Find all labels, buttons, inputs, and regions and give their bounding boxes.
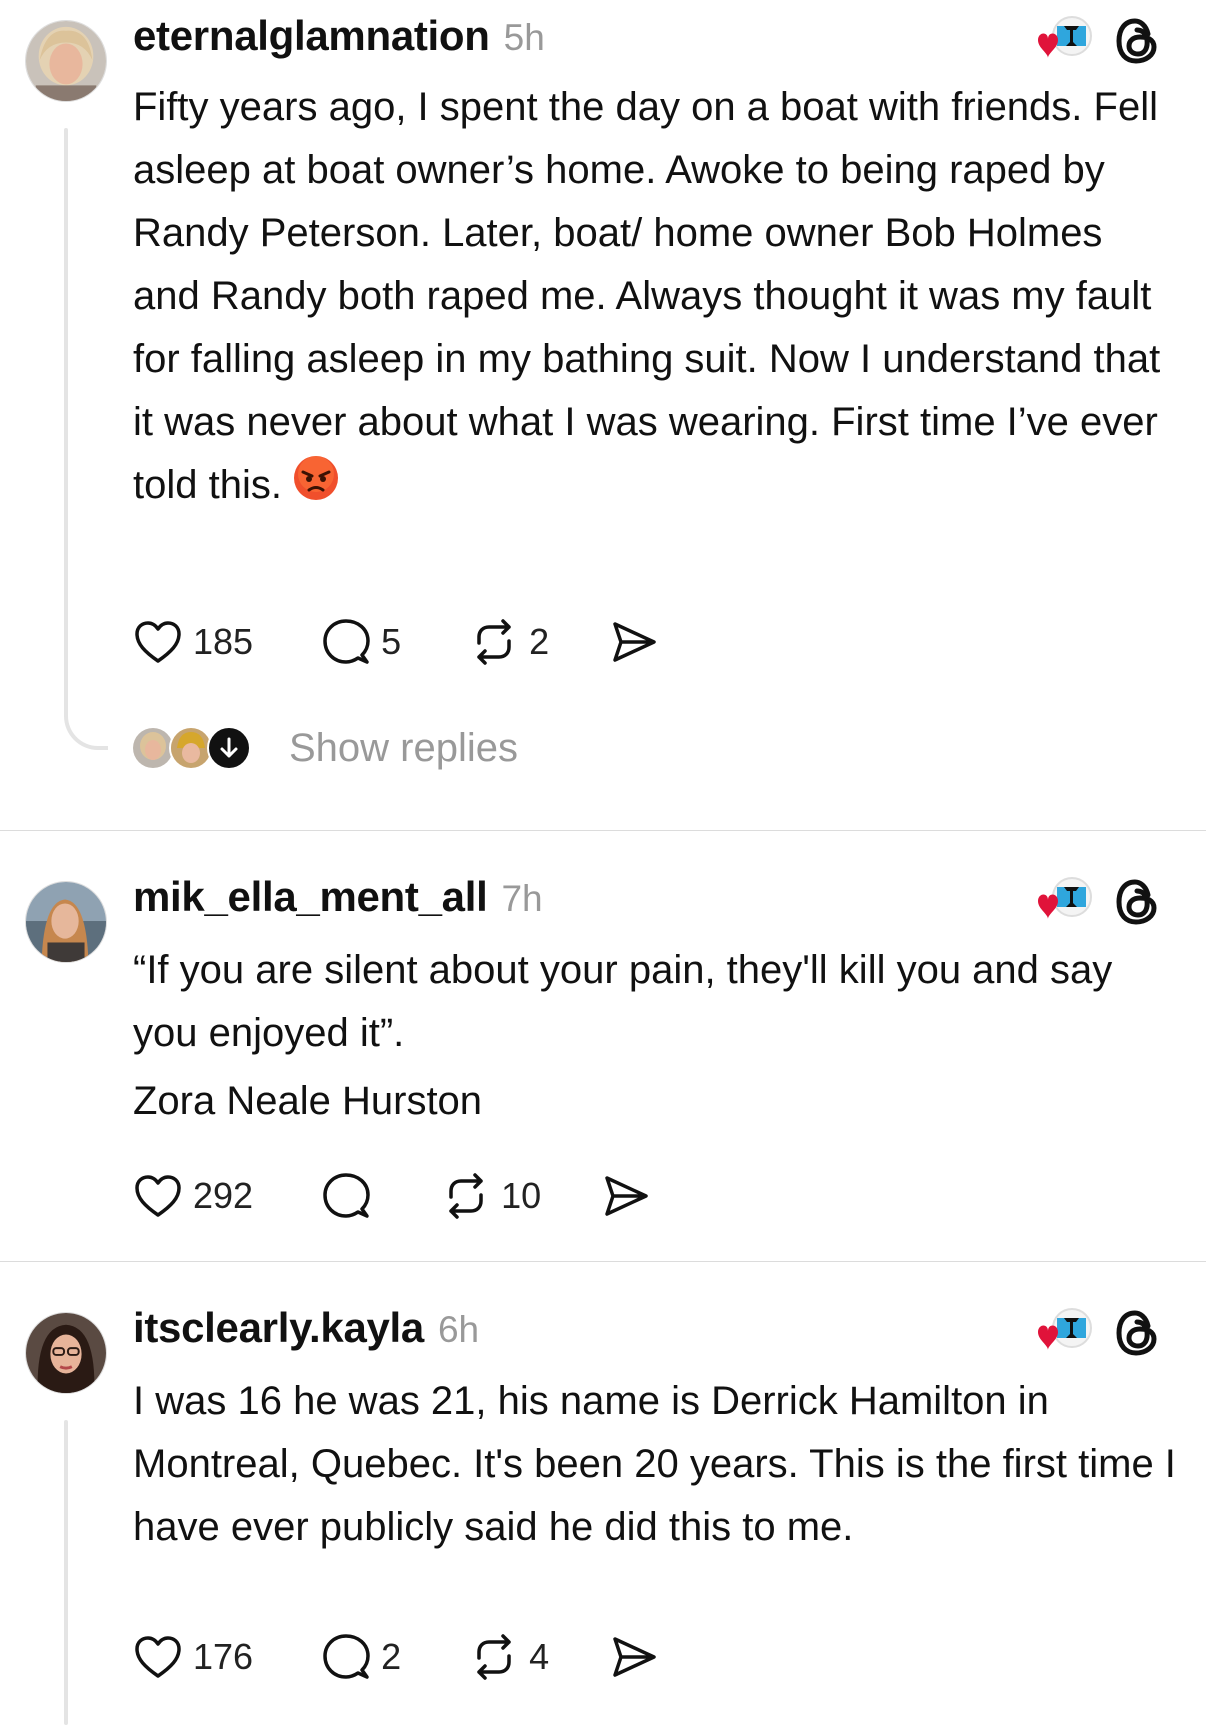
heart-flag-badge-icon	[1038, 1308, 1092, 1350]
post-header: mik_ella_ment_all 7h	[133, 873, 543, 923]
post-text: I was 16 he was 21, his name is Derrick …	[133, 1370, 1178, 1559]
heart-outline-icon	[135, 621, 181, 663]
action-bar: 185 5 2	[133, 612, 659, 672]
timestamp: 7h	[501, 878, 543, 919]
post-text-content: “If you are silent about your pain, they…	[133, 948, 1113, 1055]
like-button[interactable]: 185	[133, 612, 253, 672]
post-1: eternalglamnation 5h Fifty years ago, I …	[0, 0, 1206, 830]
comment-button[interactable]: 2	[321, 1627, 401, 1687]
share-button[interactable]	[601, 1166, 651, 1226]
repost-arrows-icon	[477, 619, 511, 665]
repost-button[interactable]: 4	[469, 1627, 549, 1687]
comment-count: 2	[381, 1636, 402, 1677]
timestamp: 6h	[437, 1309, 480, 1350]
avatar[interactable]	[25, 881, 107, 963]
like-count: 292	[193, 1175, 254, 1216]
timestamp: 5h	[503, 17, 545, 58]
speech-bubble-icon	[323, 1173, 370, 1218]
action-bar: 292 10	[133, 1166, 651, 1226]
comment-button[interactable]	[321, 1166, 381, 1226]
share-button[interactable]	[609, 612, 659, 672]
like-button[interactable]: 176	[133, 1627, 253, 1687]
thread-line	[64, 1420, 68, 1725]
send-plane-icon	[605, 1176, 648, 1216]
reply-avatars	[131, 723, 261, 773]
show-replies-label[interactable]: Show replies	[289, 726, 518, 771]
repost-arrows-icon	[477, 1634, 511, 1680]
comment-button[interactable]: 5	[321, 612, 401, 672]
avatar[interactable]	[25, 20, 107, 102]
post-header: itsclearly.kayla 6h	[133, 1304, 479, 1354]
repost-count: 4	[529, 1636, 550, 1677]
speech-bubble-icon	[323, 1634, 370, 1679]
heart-outline-icon	[135, 1636, 181, 1678]
arrow-down-icon	[207, 726, 251, 770]
heart-outline-icon	[135, 1175, 181, 1217]
threads-logo-icon[interactable]	[1114, 16, 1160, 66]
action-bar: 176 2 4	[133, 1627, 659, 1687]
username[interactable]: mik_ella_ment_all	[133, 873, 488, 921]
send-plane-icon	[613, 622, 656, 662]
thread-line	[64, 128, 68, 708]
badge-group	[1020, 14, 1170, 74]
comment-count: 5	[381, 621, 402, 662]
post-header: eternalglamnation 5h	[133, 12, 545, 62]
post-text-content: Fifty years ago, I spent the day on a bo…	[133, 85, 1161, 508]
like-count: 185	[193, 621, 254, 662]
post-text: “If you are silent about your pain, they…	[133, 939, 1178, 1065]
speech-bubble-icon	[323, 619, 370, 664]
show-replies-row[interactable]: Show replies	[131, 718, 518, 778]
thread-curve	[64, 694, 108, 750]
username[interactable]: eternalglamnation	[133, 12, 490, 60]
post-text-content: I was 16 he was 21, his name is Derrick …	[133, 1379, 1176, 1549]
avatar[interactable]	[25, 1312, 107, 1394]
repost-arrows-icon	[449, 1173, 483, 1219]
threads-logo-icon[interactable]	[1114, 1308, 1160, 1358]
badge-group	[1020, 1306, 1170, 1366]
heart-flag-badge-icon	[1038, 877, 1092, 919]
repost-button[interactable]: 2	[469, 612, 549, 672]
like-count: 176	[193, 1636, 254, 1677]
share-button[interactable]	[609, 1627, 659, 1687]
heart-flag-badge-icon	[1038, 16, 1092, 58]
repost-count: 10	[501, 1175, 542, 1216]
username[interactable]: itsclearly.kayla	[133, 1304, 424, 1352]
badge-group	[1020, 875, 1170, 935]
like-button[interactable]: 292	[133, 1166, 253, 1226]
threads-logo-icon[interactable]	[1114, 877, 1160, 927]
post-text: Fifty years ago, I spent the day on a bo…	[133, 76, 1178, 521]
post-2: mik_ella_ment_all 7h “If you are silent …	[0, 831, 1206, 1261]
repost-button[interactable]: 10	[441, 1166, 541, 1226]
quote-author: Zora Neale Hurston	[133, 1079, 483, 1123]
send-plane-icon	[613, 1637, 656, 1677]
angry-face-icon	[292, 454, 340, 521]
repost-count: 2	[529, 621, 550, 662]
post-3: itsclearly.kayla 6h I was 16 he was 21, …	[0, 1262, 1206, 1725]
